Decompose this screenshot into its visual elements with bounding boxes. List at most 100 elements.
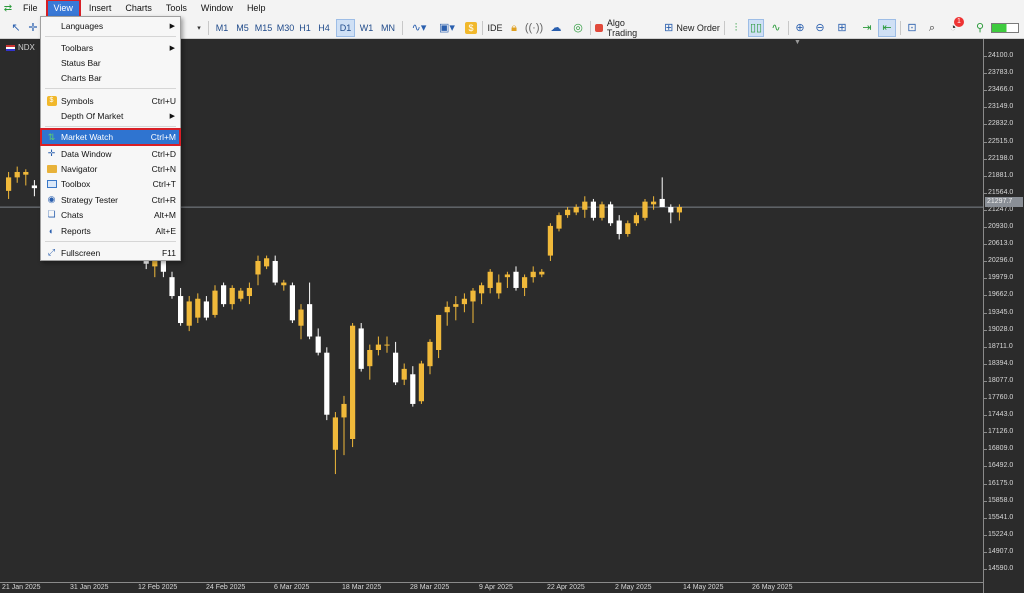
timeframe-d1[interactable]: D1: [336, 19, 355, 37]
menu-tools[interactable]: Tools: [159, 0, 194, 17]
candle-body: [315, 336, 321, 353]
timeframe-m1[interactable]: M1: [212, 19, 232, 37]
symbol-label: NDX: [18, 43, 35, 52]
price-axis-tick: [984, 432, 987, 434]
candle: [298, 304, 304, 340]
candle: [358, 323, 364, 372]
menu-help[interactable]: Help: [240, 0, 273, 17]
candle-body: [625, 223, 631, 235]
menu-item-reports[interactable]: ◐ Reports Alt+E: [41, 223, 180, 238]
menu-item-toolbars[interactable]: Toolbars ▶: [41, 40, 180, 55]
menu-item-label: Depth Of Market: [61, 110, 124, 121]
candle-body: [221, 285, 227, 305]
screenshot-icon[interactable]: ⊡: [904, 19, 920, 37]
menu-item-symbols[interactable]: $ Symbols Ctrl+U: [41, 93, 180, 108]
timeframe-w1[interactable]: W1: [357, 19, 376, 37]
ide-button[interactable]: IDE: [486, 19, 504, 37]
candle: [238, 287, 244, 302]
menu-item-market-watch[interactable]: ⇅ Market Watch Ctrl+M: [40, 128, 181, 146]
menu-window[interactable]: Window: [194, 0, 240, 17]
new-order-button[interactable]: ⊞ New Order: [664, 19, 720, 37]
menu-view[interactable]: View: [45, 0, 81, 18]
candle: [410, 366, 416, 407]
candle-body: [332, 417, 338, 450]
timeframe-m5[interactable]: M5: [233, 19, 252, 37]
algo-trading-button[interactable]: Algo Trading: [595, 18, 657, 38]
menu-item-languages[interactable]: Languages ▶: [41, 18, 180, 33]
timeframe-m15[interactable]: M15: [253, 19, 274, 37]
candle-body: [229, 287, 235, 305]
candle: [307, 282, 313, 340]
dollar-icon[interactable]: $: [464, 19, 478, 37]
signal-icon[interactable]: ((·)): [525, 19, 543, 37]
chart-shift-icon[interactable]: ⇤: [878, 19, 896, 37]
candlestick-icon[interactable]: ▯▯: [748, 19, 764, 37]
candle: [556, 212, 562, 232]
candle-body: [307, 304, 313, 337]
candle-body: [504, 274, 510, 278]
candle-body: [298, 309, 304, 326]
menu-item-chats[interactable]: ❏ Chats Alt+M: [41, 207, 180, 222]
menu-item-status-bar[interactable]: Status Bar: [41, 55, 180, 70]
candle: [14, 166, 20, 183]
timeframe-h4[interactable]: H4: [315, 19, 333, 37]
candle-body: [341, 403, 347, 418]
zoom-in-icon[interactable]: ⊕: [792, 19, 808, 37]
lock-icon[interactable]: 🔒︎: [507, 19, 521, 37]
line-chart-icon[interactable]: ∿: [768, 19, 784, 37]
menu-item-charts-bar[interactable]: Charts Bar: [41, 70, 180, 85]
timeframe-mn[interactable]: MN: [378, 19, 398, 37]
grid-icon[interactable]: ⊞: [834, 19, 850, 37]
timeframe-h1[interactable]: H1: [297, 19, 313, 37]
menu-file[interactable]: File: [16, 0, 45, 17]
chart-shift-marker-icon[interactable]: ▼: [794, 39, 801, 46]
menu-charts[interactable]: Charts: [118, 0, 159, 17]
menu-item-label: Strategy Tester: [61, 194, 119, 205]
price-axis-label: 14590.0: [988, 565, 1014, 572]
notifications-icon[interactable]: ◔ 1: [945, 17, 964, 37]
candle: [573, 204, 579, 216]
menu-item-navigator[interactable]: Navigator Ctrl+N: [41, 161, 180, 176]
candle: [616, 215, 622, 240]
time-axis-label: 26 May 2025: [752, 584, 793, 591]
vps-icon[interactable]: ◎: [570, 19, 586, 37]
price-axis-tick: [984, 398, 987, 399]
crosshair-tool-icon[interactable]: ✛: [26, 19, 40, 37]
menu-item-strategy-tester[interactable]: ◉ Strategy Tester Ctrl+R: [41, 192, 180, 207]
candle-body: [281, 282, 287, 286]
candle: [367, 344, 373, 380]
menu-item-depth-of-market[interactable]: Depth Of Market ▶: [41, 108, 180, 123]
menu-item-shortcut: Ctrl+M: [150, 132, 176, 142]
price-axis-label: 23783.0: [988, 69, 1014, 77]
candle-body: [642, 201, 648, 218]
indicators-icon[interactable]: ∿▾: [407, 19, 431, 37]
price-axis-label: 21564.0: [988, 188, 1014, 196]
candle: [470, 287, 476, 324]
timeframe-m30[interactable]: M30: [275, 19, 296, 37]
menu-item-data-window[interactable]: ✛ Data Window Ctrl+D: [41, 146, 180, 161]
cloud-icon[interactable]: ☁: [548, 19, 564, 37]
price-axis-tick: [984, 551, 987, 553]
candle: [668, 204, 674, 224]
menu-insert[interactable]: Insert: [82, 0, 119, 17]
flag-icon: [6, 44, 15, 51]
autoscroll-icon[interactable]: ⇥: [858, 19, 876, 37]
menu-item-fullscreen[interactable]: ⤢ Fullscreen F11: [41, 245, 180, 260]
candle-body: [659, 198, 665, 208]
zoom-out-icon[interactable]: ⊖: [812, 19, 828, 37]
cursor-icon[interactable]: ↖: [8, 19, 24, 37]
templates-icon[interactable]: ▣▾: [434, 19, 460, 37]
candle: [281, 279, 287, 291]
candle-body: [264, 258, 270, 267]
price-axis-tick: [984, 569, 987, 570]
candle: [530, 266, 536, 283]
candle: [23, 169, 29, 186]
menu-item-toolbox[interactable]: Toolbox Ctrl+T: [41, 176, 180, 191]
candle-body: [479, 285, 485, 294]
bar-chart-icon[interactable]: ⫶: [728, 19, 744, 37]
price-axis-label: 23466.0: [988, 86, 1014, 94]
price-axis-tick: [984, 278, 987, 280]
search-icon[interactable]: ⌕: [925, 19, 939, 37]
dropdown-arrow-icon[interactable]: ▾: [193, 19, 205, 37]
candle-body: [487, 271, 493, 288]
